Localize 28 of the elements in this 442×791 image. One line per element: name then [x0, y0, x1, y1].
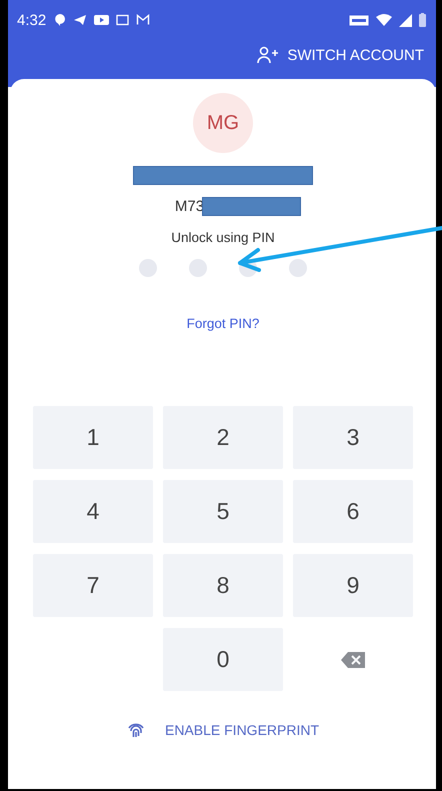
digit-key[interactable]: 9 — [293, 554, 413, 617]
digit-key[interactable]: 7 — [33, 554, 153, 617]
message-icon — [116, 14, 130, 26]
digit-key[interactable]: 8 — [163, 554, 283, 617]
chat-icon — [54, 13, 66, 27]
wifi-icon — [376, 14, 392, 26]
digit-key[interactable]: 6 — [293, 480, 413, 543]
digit-key[interactable]: 1 — [33, 406, 153, 469]
add-person-icon — [257, 46, 280, 64]
send-icon — [73, 14, 88, 26]
volte-icon — [349, 14, 369, 26]
fingerprint-icon — [126, 721, 145, 739]
avatar: MG — [193, 93, 253, 153]
mail-icon — [136, 14, 150, 26]
backspace-icon — [341, 652, 365, 668]
signal-icon — [399, 14, 412, 26]
digit-key[interactable]: 3 — [293, 406, 413, 469]
enable-fingerprint-button[interactable]: ENABLE FINGERPRINT — [122, 717, 324, 743]
forgot-pin-link[interactable]: Forgot PIN? — [186, 316, 260, 331]
digit-key[interactable]: 2 — [163, 406, 283, 469]
unlock-prompt: Unlock using PIN — [171, 230, 275, 245]
digit-key[interactable]: 4 — [33, 480, 153, 543]
status-time: 4:32 — [17, 12, 46, 28]
digit-key[interactable]: 0 — [163, 628, 283, 691]
battery-icon — [419, 13, 426, 27]
video-icon — [94, 14, 110, 26]
switch-account-button[interactable]: SWITCH ACCOUNT — [253, 40, 428, 70]
digit-key[interactable]: 5 — [163, 480, 283, 543]
